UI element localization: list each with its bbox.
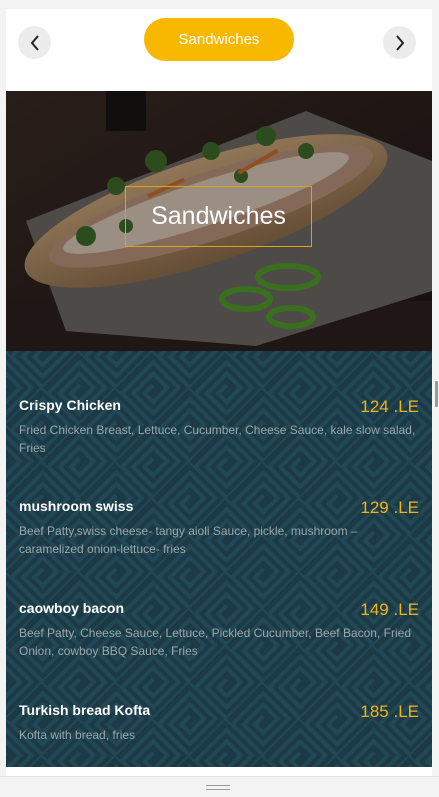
previous-category-button[interactable]: [18, 26, 51, 59]
drag-grip-icon[interactable]: [206, 785, 230, 790]
menu-item-price: 124 .LE: [360, 397, 419, 416]
app-frame: Sandwiches Sandwiches Crispy Chicken 124…: [6, 9, 432, 787]
hero-banner: Sandwiches: [6, 91, 432, 351]
menu-item-name: Turkish bread Kofta: [19, 702, 151, 718]
top-bar: Sandwiches: [6, 9, 432, 91]
menu-item-name: caowboy bacon: [19, 600, 125, 616]
menu-item-name: mushroom swiss: [19, 498, 134, 514]
scrollbar-handle[interactable]: [435, 381, 438, 407]
menu-item-description: Beef Patty,swiss cheese- tangy aioli Sau…: [19, 524, 358, 556]
menu-item-price: 149 .LE: [360, 600, 419, 619]
menu-list: Crispy Chicken 124 .LE Fried Chicken Bre…: [6, 351, 432, 767]
menu-item-price: 129 .LE: [360, 498, 419, 517]
chevron-left-icon: [30, 34, 39, 51]
menu-item-name: Crispy Chicken: [19, 397, 121, 413]
menu-item-price: 185 .LE: [360, 702, 419, 721]
hero-title-frame: Sandwiches: [125, 186, 312, 247]
menu-item-description: Kofta with bread, fries: [19, 728, 136, 742]
hero-title: Sandwiches: [151, 202, 286, 230]
next-category-button[interactable]: [383, 26, 416, 59]
bottom-resize-bar: [0, 776, 439, 797]
menu-item-description: Fried Chicken Breast, Lettuce, Cucumber,…: [19, 423, 416, 455]
menu-item-description: Beef Patty, Cheese Sauce, Lettuce, Pickl…: [19, 626, 411, 658]
chevron-right-icon: [395, 34, 404, 51]
category-pill[interactable]: Sandwiches: [144, 18, 294, 61]
